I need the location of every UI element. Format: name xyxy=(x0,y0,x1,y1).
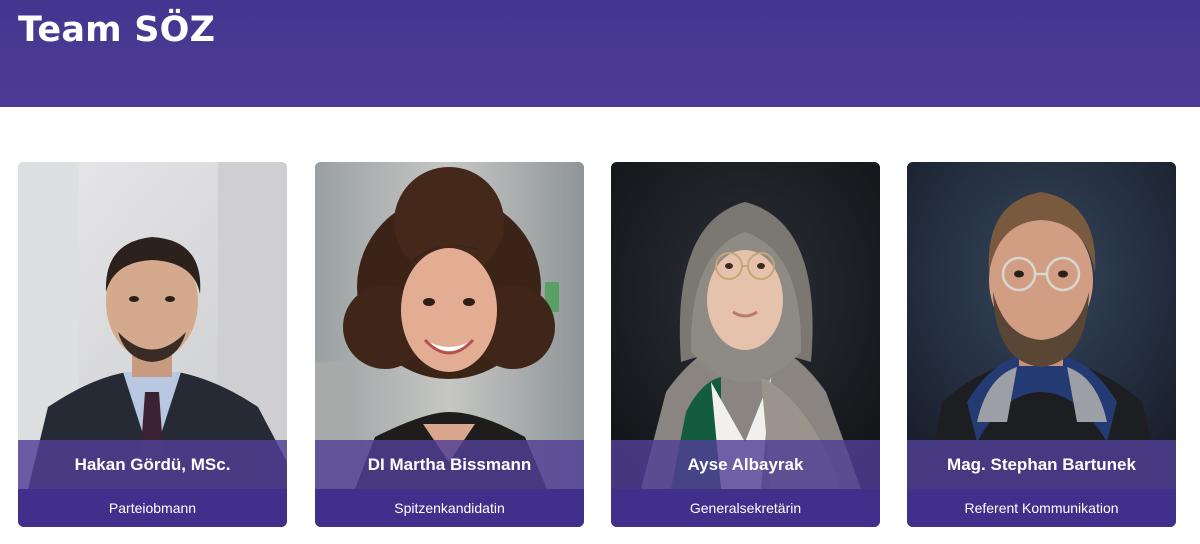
member-name: DI Martha Bissmann xyxy=(315,440,584,489)
page-header: Team SÖZ xyxy=(0,0,1200,107)
page-title: Team SÖZ xyxy=(18,10,216,50)
team-grid: Hakan Gördü, MSc. Parteiobmann DI Martha… xyxy=(0,162,1200,528)
member-role: Referent Kommunikation xyxy=(907,489,1176,527)
member-name: Ayse Albayrak xyxy=(611,440,880,489)
team-card-ayse-albayrak[interactable]: Ayse Albayrak Generalsekretärin xyxy=(611,162,880,527)
member-role: Generalsekretärin xyxy=(611,489,880,527)
member-name: Hakan Gördü, MSc. xyxy=(18,440,287,489)
member-name: Mag. Stephan Bartunek xyxy=(907,440,1176,489)
team-card-martha-bissmann[interactable]: DI Martha Bissmann Spitzenkandidatin xyxy=(315,162,584,527)
member-role: Parteiobmann xyxy=(18,489,287,527)
team-card-hakan-goerdue[interactable]: Hakan Gördü, MSc. Parteiobmann xyxy=(18,162,287,527)
team-card-stephan-bartunek[interactable]: Mag. Stephan Bartunek Referent Kommunika… xyxy=(907,162,1176,527)
member-role: Spitzenkandidatin xyxy=(315,489,584,527)
